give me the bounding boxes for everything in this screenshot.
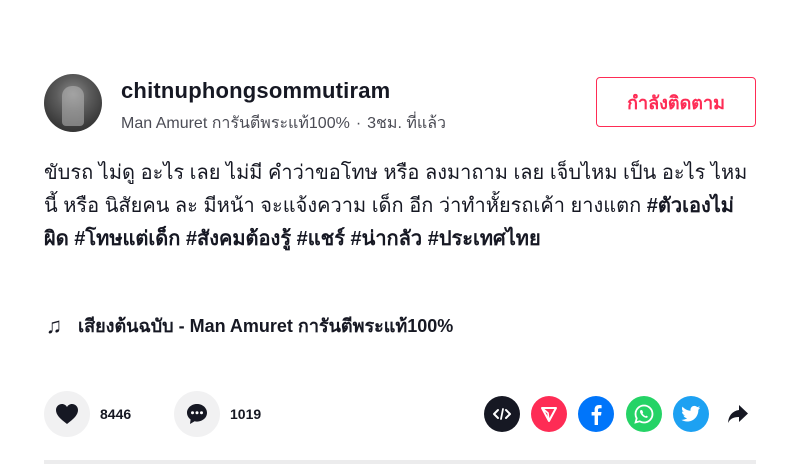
- whatsapp-icon: [634, 404, 654, 424]
- comment-count: 1019: [230, 406, 262, 422]
- whatsapp-button[interactable]: [626, 396, 662, 432]
- separator: ·: [355, 114, 362, 132]
- twitter-icon: [681, 405, 701, 422]
- avatar-figure: [62, 86, 84, 126]
- facebook-button[interactable]: [578, 396, 614, 432]
- twitter-button[interactable]: [673, 396, 709, 432]
- display-name[interactable]: Man Amuret การันตีพระแท้100%: [121, 111, 350, 136]
- share-arrow-icon: [728, 405, 748, 423]
- more-share-button[interactable]: [720, 396, 756, 432]
- comment-icon: [187, 404, 207, 424]
- caption-text: ขับรถ ไม่ดู อะไร เลย ไม่มี คำว่าขอโทษ หร…: [44, 162, 748, 217]
- embed-icon: [493, 408, 511, 420]
- comment-action[interactable]: 1019: [174, 391, 261, 437]
- like-action[interactable]: 8446: [44, 391, 131, 437]
- send-button[interactable]: [531, 396, 567, 432]
- heart-icon: [56, 404, 78, 424]
- music-note-icon: ♫: [45, 312, 63, 338]
- music-title: เสียงต้นฉบับ - Man Amuret การันตีพระแท้1…: [78, 316, 454, 336]
- avatar[interactable]: [44, 74, 102, 132]
- post-caption: ขับรถ ไม่ดู อะไร เลย ไม่มี คำว่าขอโทษ หร…: [44, 157, 756, 256]
- hashtag-link[interactable]: #สังคมต้องรู้: [186, 228, 291, 250]
- author-subline: Man Amuret การันตีพระแท้100% · 3ชม. ที่แ…: [121, 111, 446, 136]
- divider: [44, 460, 756, 464]
- send-icon: [541, 407, 557, 422]
- music-link[interactable]: ♫ เสียงต้นฉบับ - Man Amuret การันตีพระแท…: [44, 311, 454, 340]
- like-button[interactable]: [44, 391, 90, 437]
- like-count: 8446: [100, 406, 132, 422]
- username[interactable]: chitnuphongsommutiram: [121, 78, 390, 104]
- hashtag-link[interactable]: #น่ากลัว: [351, 228, 423, 250]
- hashtag-link[interactable]: #ประเทศไทย: [428, 228, 541, 250]
- embed-button[interactable]: [484, 396, 520, 432]
- time-ago: 3ชม. ที่แล้ว: [367, 115, 446, 132]
- hashtag-link[interactable]: #โทษแต่เด็ก: [74, 228, 180, 250]
- comment-button[interactable]: [174, 391, 220, 437]
- hashtag-link[interactable]: #แชร์: [297, 228, 345, 250]
- facebook-icon: [591, 405, 602, 425]
- following-button[interactable]: กำลังติดตาม: [596, 77, 756, 127]
